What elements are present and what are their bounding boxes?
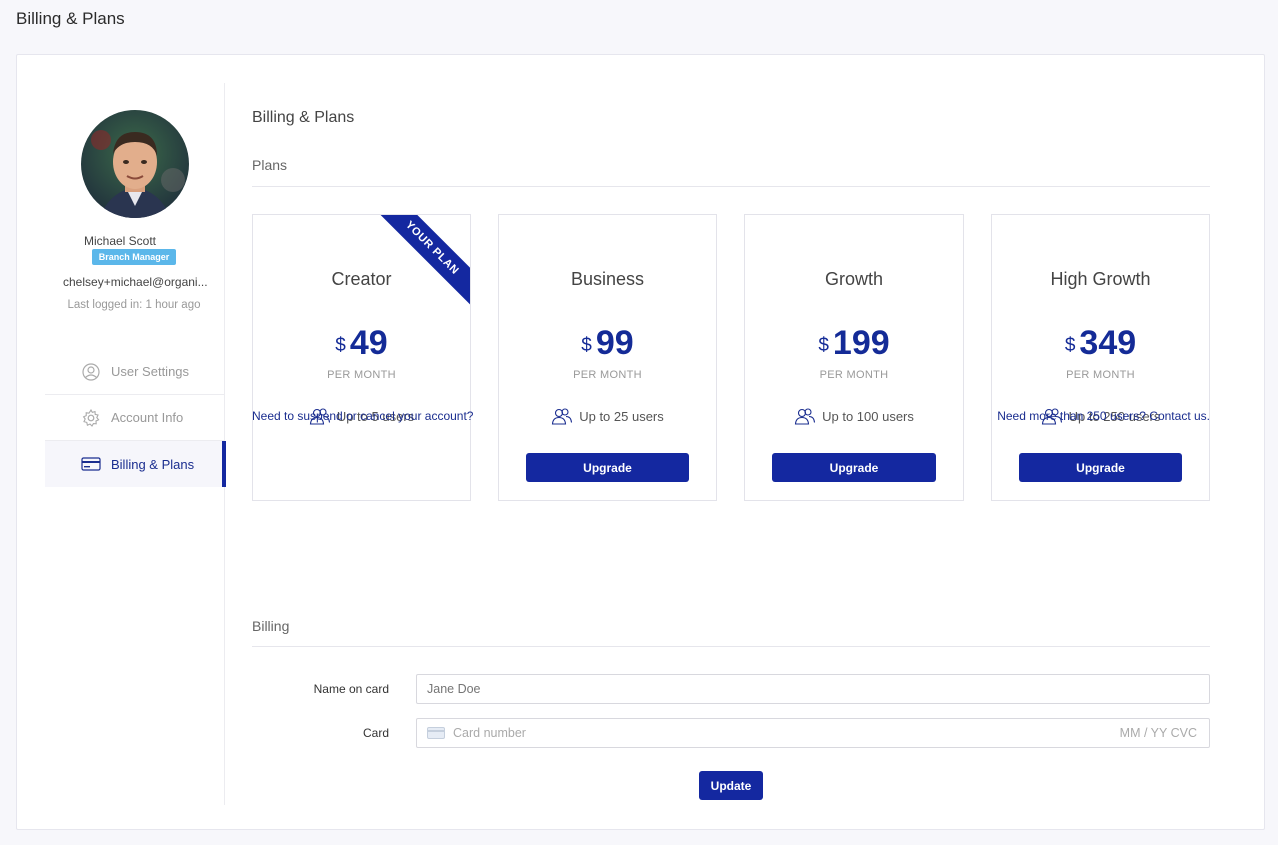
user-circle-icon xyxy=(81,362,101,382)
plan-period: PER MONTH xyxy=(327,369,396,381)
users-icon xyxy=(552,408,573,425)
your-plan-ribbon: YOUR PLAN xyxy=(370,215,470,315)
user-email: chelsey+michael@organi... xyxy=(63,275,208,289)
plan-price: $199 xyxy=(818,324,890,362)
sidebar-item-label: Account Info xyxy=(111,410,184,425)
avatar xyxy=(81,110,189,218)
page-title: Billing & Plans xyxy=(16,9,125,28)
sidebar-item-label: Billing & Plans xyxy=(111,456,195,472)
plan-name: Business xyxy=(570,269,645,289)
billing-panel: Michael Scott Branch Manager chelsey+mic… xyxy=(16,54,1265,830)
upgrade-button-growth[interactable]: Upgrade xyxy=(772,453,936,482)
section-title: Billing & Plans xyxy=(252,109,355,126)
update-button[interactable]: Update xyxy=(699,771,763,800)
sidebar-nav: User Settings Account Info Billing & Pla… xyxy=(45,349,226,487)
credit-card-icon xyxy=(427,727,445,739)
plan-name: Creator xyxy=(331,269,392,289)
plan-users: Up to 25 users xyxy=(499,407,716,425)
plan-name: High Growth xyxy=(1050,269,1151,289)
plan-price: $49 xyxy=(335,324,388,362)
plans-grid: YOUR PLAN Creator $49 PER MONTH Up to 5 … xyxy=(252,214,1210,502)
upgrade-button-high-growth[interactable]: Upgrade xyxy=(1019,453,1182,482)
plan-users: Up to 100 users xyxy=(745,407,963,425)
plan-period: PER MONTH xyxy=(1066,369,1135,381)
card-label: Card xyxy=(362,726,389,740)
role-badge: Branch Manager xyxy=(92,249,176,265)
upgrade-button-business[interactable]: Upgrade xyxy=(526,453,689,482)
sidebar: Michael Scott Branch Manager chelsey+mic… xyxy=(45,83,226,805)
name-on-card-label: Name on card xyxy=(313,682,389,696)
last-login: Last logged in: 1 hour ago xyxy=(67,299,201,311)
billing-divider xyxy=(252,646,1210,647)
name-on-card-input[interactable] xyxy=(416,674,1210,704)
plan-price: $349 xyxy=(1064,324,1137,362)
credit-card-icon xyxy=(81,454,101,474)
plan-card-business: Business $99 PER MONTH Up to 25 users Up… xyxy=(498,214,717,501)
sidebar-item-label: User Settings xyxy=(111,364,190,379)
card-number-input[interactable]: Card number MM / YY CVC xyxy=(416,718,1210,748)
billing-title: Billing xyxy=(252,618,290,634)
plans-title: Plans xyxy=(252,157,288,173)
plan-card-growth: Growth $199 PER MONTH Up to 100 users Up… xyxy=(744,214,964,501)
plan-period: PER MONTH xyxy=(819,369,889,381)
user-name: Michael Scott xyxy=(83,234,157,248)
gear-icon xyxy=(81,408,101,428)
plan-card-creator: YOUR PLAN Creator $49 PER MONTH Up to 5 … xyxy=(252,214,471,501)
sidebar-item-account-info[interactable]: Account Info xyxy=(45,395,225,441)
plan-name: Growth xyxy=(824,269,884,289)
cancel-account-link[interactable]: Need to suspend or cancel your account? xyxy=(252,409,473,423)
card-expiry-cvc-placeholder: MM / YY CVC xyxy=(1119,726,1197,740)
plan-card-high-growth: High Growth $349 PER MONTH Up to 250 use… xyxy=(991,214,1210,501)
contact-us-link[interactable]: Need more than 250 users? Contact us. xyxy=(997,409,1210,423)
card-number-placeholder: Card number xyxy=(453,726,526,740)
sidebar-item-user-settings[interactable]: User Settings xyxy=(45,349,225,395)
plan-period: PER MONTH xyxy=(573,369,642,381)
plan-price: $99 xyxy=(581,324,634,362)
plans-divider xyxy=(252,186,1210,187)
users-icon xyxy=(795,408,816,425)
sidebar-item-billing-plans[interactable]: Billing & Plans xyxy=(45,441,226,487)
